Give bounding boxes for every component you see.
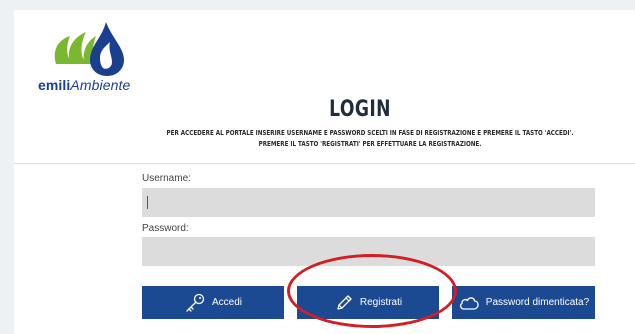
top-margin xyxy=(0,0,635,10)
brand-name-bold: emili xyxy=(38,77,71,93)
login-page: emiliAmbiente LOGIN PER ACCEDERE AL PORT… xyxy=(0,0,635,334)
login-instructions: PER ACCEDERE AL PORTALE INSERIRE USERNAM… xyxy=(81,127,635,149)
username-label: Username: xyxy=(142,173,191,184)
login-button[interactable]: Accedi xyxy=(142,286,284,319)
text-cursor xyxy=(147,196,148,209)
forgot-password-button[interactable]: Password dimenticata? xyxy=(452,286,595,319)
left-margin xyxy=(0,0,14,334)
cloud-icon xyxy=(459,296,479,310)
register-highlight-circle xyxy=(287,254,457,328)
emiliambiente-logo-icon xyxy=(54,22,124,76)
page-title: LOGIN xyxy=(329,97,391,122)
password-label: Password: xyxy=(142,223,189,234)
key-icon xyxy=(186,293,205,312)
brand-name: emiliAmbiente xyxy=(38,77,130,93)
brand-logo[interactable]: emiliAmbiente xyxy=(38,20,148,93)
login-button-label: Accedi xyxy=(211,297,242,308)
brand-name-light: Ambiente xyxy=(70,77,131,93)
forgot-password-button-label: Password dimenticata? xyxy=(485,297,590,308)
header-divider xyxy=(14,163,635,164)
username-input[interactable] xyxy=(142,188,595,217)
login-instructions-line-1: PER ACCEDERE AL PORTALE INSERIRE USERNAM… xyxy=(166,128,574,137)
login-instructions-line-2: PREMERE IL TASTO 'REGISTRATI' PER EFFETT… xyxy=(258,139,482,148)
